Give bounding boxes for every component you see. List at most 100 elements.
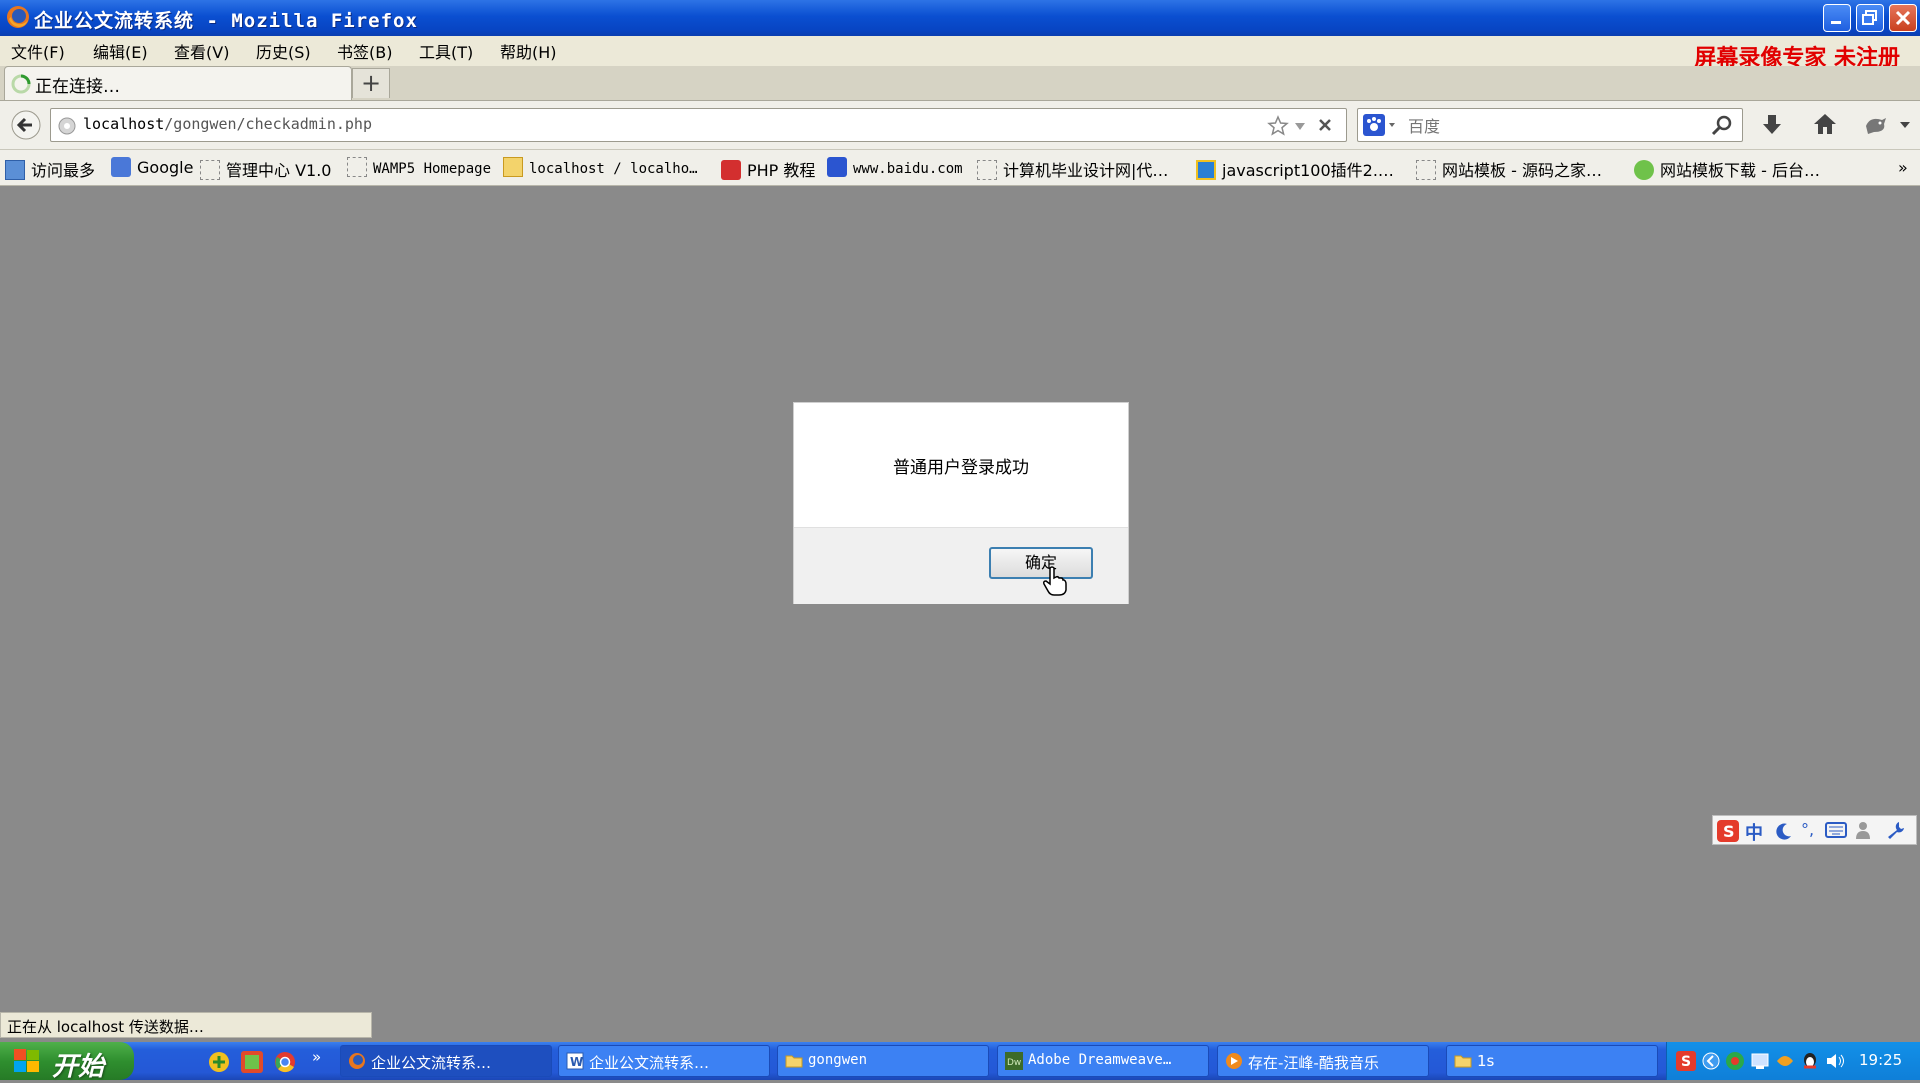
expand-tray-icon[interactable] bbox=[1702, 1051, 1720, 1071]
bookmark-label: PHP 教程 bbox=[747, 161, 816, 180]
halfwidth-icon[interactable] bbox=[1775, 822, 1793, 840]
bookmark-phpmyadmin[interactable]: localhost / localho… bbox=[503, 157, 698, 177]
volume-tray-icon[interactable] bbox=[1825, 1051, 1847, 1071]
download-icon[interactable] bbox=[1760, 113, 1784, 137]
folder-icon bbox=[785, 1055, 803, 1068]
baidu-engine-icon[interactable] bbox=[1363, 114, 1399, 136]
security-tray-icon[interactable] bbox=[1725, 1051, 1745, 1071]
page-icon bbox=[347, 157, 367, 177]
menu-help[interactable]: 帮助(H) bbox=[500, 39, 557, 63]
phpmyadmin-icon bbox=[503, 157, 523, 177]
bookmark-label: javascript100插件2.… bbox=[1222, 161, 1394, 180]
menu-file[interactable]: 文件(F) bbox=[11, 39, 65, 63]
template-icon bbox=[1634, 160, 1654, 180]
task-word[interactable]: W 企业公文流转系… bbox=[558, 1045, 770, 1077]
window-title-bar[interactable]: 企业公文流转系统 - Mozilla Firefox bbox=[0, 0, 1920, 36]
page-icon bbox=[1416, 160, 1436, 180]
sogou-icon[interactable]: S bbox=[1717, 820, 1739, 842]
bookmark-label: WAMP5 Homepage bbox=[373, 161, 492, 177]
task-kuwo-music[interactable]: 存在-汪峰-酷我音乐 bbox=[1217, 1045, 1429, 1077]
menu-bookmarks[interactable]: 书签(B) bbox=[337, 39, 392, 63]
settings-wrench-icon[interactable] bbox=[1885, 820, 1905, 840]
bookmarks-overflow-icon[interactable]: » bbox=[1898, 158, 1908, 177]
keyboard-icon[interactable] bbox=[1825, 822, 1847, 838]
task-label: Adobe Dreamweave… bbox=[1028, 1052, 1172, 1068]
url-text: localhost/gongwen/checkadmin.php bbox=[83, 115, 372, 133]
task-dreamweaver[interactable]: Dw Adobe Dreamweave… bbox=[997, 1045, 1209, 1077]
search-icon[interactable] bbox=[1710, 114, 1734, 138]
task-folder-1s[interactable]: 1s bbox=[1446, 1045, 1658, 1077]
bookmark-label: Google bbox=[137, 158, 194, 177]
restore-button[interactable] bbox=[1856, 4, 1884, 32]
network-tray-icon[interactable] bbox=[1750, 1051, 1770, 1071]
qq-tray-icon[interactable] bbox=[1800, 1051, 1820, 1071]
tab-active[interactable]: 正在连接… bbox=[4, 66, 352, 100]
bookmark-label: www.baidu.com bbox=[853, 161, 963, 177]
menu-history[interactable]: 历史(S) bbox=[256, 39, 311, 63]
url-bar[interactable]: localhost/gongwen/checkadmin.php bbox=[50, 108, 1347, 142]
w3school-icon bbox=[721, 160, 741, 180]
bookmark-php-tutorial[interactable]: PHP 教程 bbox=[721, 157, 815, 181]
ime-mode[interactable]: 中 bbox=[1745, 819, 1763, 845]
user-icon[interactable] bbox=[1855, 821, 1871, 839]
svg-text:Dw: Dw bbox=[1007, 1058, 1021, 1068]
bookmark-javascript100[interactable]: javascript100插件2.… bbox=[1196, 157, 1394, 181]
url-host: localhost bbox=[83, 115, 165, 133]
minimize-button[interactable] bbox=[1823, 4, 1851, 32]
new-tab-button[interactable]: + bbox=[352, 68, 390, 98]
search-input[interactable] bbox=[1406, 113, 1690, 139]
menu-edit[interactable]: 编辑(E) bbox=[93, 39, 148, 63]
bookmark-wamp5[interactable]: WAMP5 Homepage bbox=[347, 157, 491, 177]
task-label: 存在-汪峰-酷我音乐 bbox=[1248, 1054, 1379, 1072]
kuwo-music-icon bbox=[1226, 1053, 1242, 1069]
sogou-tray-icon[interactable]: S bbox=[1676, 1051, 1696, 1071]
window-title: 企业公文流转系统 - Mozilla Firefox bbox=[34, 10, 418, 32]
start-button[interactable]: 开始 bbox=[0, 1042, 134, 1082]
quicklaunch-app-icon[interactable] bbox=[241, 1051, 263, 1073]
ok-button[interactable]: 确定 bbox=[989, 547, 1093, 579]
ime-toolbar: S 中 °, bbox=[1712, 815, 1917, 845]
loading-spinner-icon bbox=[11, 74, 31, 94]
addon-icon[interactable] bbox=[1862, 114, 1888, 136]
menu-tools[interactable]: 工具(T) bbox=[419, 39, 473, 63]
dialog-footer: 确定 bbox=[794, 527, 1128, 604]
home-icon[interactable] bbox=[1812, 112, 1838, 136]
stop-icon[interactable] bbox=[1317, 117, 1333, 133]
js-icon bbox=[1196, 160, 1216, 180]
task-label: 1s bbox=[1477, 1052, 1495, 1070]
svg-text:S: S bbox=[1681, 1054, 1691, 1070]
tab-strip: 正在连接… + bbox=[0, 66, 1920, 101]
start-label: 开始 bbox=[52, 1052, 105, 1082]
chrome-icon[interactable] bbox=[274, 1051, 296, 1073]
quicklaunch-more[interactable]: » bbox=[312, 1048, 321, 1066]
history-dropdown-icon[interactable] bbox=[1293, 119, 1307, 133]
bookmark-label: 访问最多 bbox=[31, 161, 96, 180]
bookmark-site-template-source[interactable]: 网站模板 - 源码之家… bbox=[1416, 157, 1602, 181]
back-button[interactable] bbox=[10, 110, 42, 140]
bookmarks-toolbar: 访问最多 Google 管理中心 V1.0 WAMP5 Homepage loc… bbox=[0, 150, 1920, 186]
bookmark-site-template-download[interactable]: 网站模板下载 - 后台… bbox=[1634, 157, 1820, 181]
close-button[interactable] bbox=[1889, 4, 1917, 32]
menu-view[interactable]: 查看(V) bbox=[174, 39, 229, 63]
bookmark-baidu[interactable]: www.baidu.com bbox=[827, 157, 963, 177]
page-icon bbox=[200, 160, 220, 180]
search-bar[interactable] bbox=[1357, 108, 1743, 142]
bookmark-most-visited[interactable]: 访问最多 bbox=[5, 157, 95, 181]
bookmark-label: 计算机毕业设计网|代… bbox=[1003, 161, 1169, 180]
status-bar: 正在从 localhost 传送数据… bbox=[0, 1012, 372, 1038]
bookmark-graduation-design[interactable]: 计算机毕业设计网|代… bbox=[977, 157, 1168, 181]
page-content bbox=[0, 186, 1920, 1042]
task-firefox[interactable]: 企业公文流转系… bbox=[340, 1045, 552, 1077]
menu-dropdown-icon[interactable] bbox=[1898, 118, 1912, 132]
punctuation-icon[interactable]: °, bbox=[1801, 820, 1814, 839]
dreamweaver-icon: Dw bbox=[1005, 1052, 1023, 1070]
bookmark-star-icon[interactable] bbox=[1267, 115, 1289, 137]
page-icon bbox=[977, 160, 997, 180]
clock: 19:25 bbox=[1859, 1051, 1903, 1069]
bookmark-google[interactable]: Google bbox=[111, 157, 193, 177]
windows-logo-icon bbox=[14, 1049, 40, 1073]
task-folder-gongwen[interactable]: gongwen bbox=[777, 1045, 989, 1077]
app-tray-icon[interactable] bbox=[1775, 1051, 1795, 1071]
quicklaunch-add-icon[interactable] bbox=[208, 1051, 230, 1073]
bookmark-admin-center[interactable]: 管理中心 V1.0 bbox=[200, 157, 331, 181]
